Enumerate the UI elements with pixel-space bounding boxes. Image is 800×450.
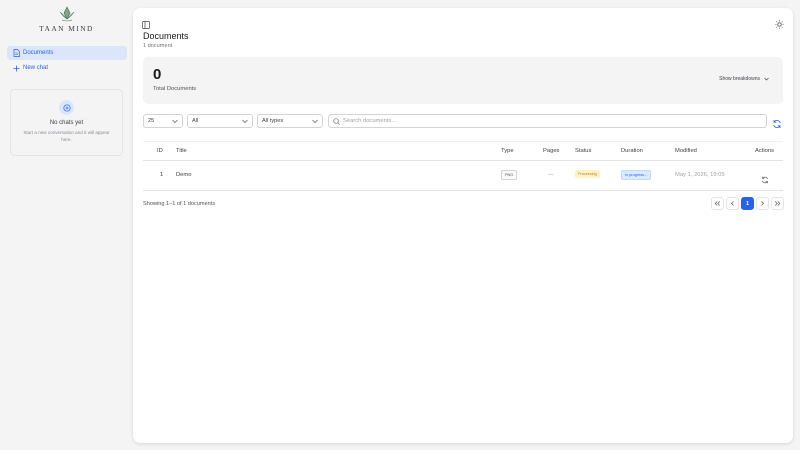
logo-text: TAAN MIND xyxy=(39,24,94,33)
column-header-modified[interactable]: Modified xyxy=(675,148,697,154)
main-panel: Documents 1 document 0 Total Documents S… xyxy=(133,8,793,443)
pagination: 1 xyxy=(709,197,784,210)
page-title: Documents xyxy=(143,31,189,41)
empty-chats-card: No chats yet Start a new conversation an… xyxy=(10,89,123,156)
total-documents-label: Total Documents xyxy=(153,86,197,92)
column-header-id[interactable]: ID xyxy=(157,148,163,154)
page-button-current[interactable]: 1 xyxy=(741,197,754,210)
show-breakdowns-button[interactable]: Show breakdowns xyxy=(719,76,769,82)
document-icon xyxy=(12,49,20,57)
cell-pages: — xyxy=(548,172,554,178)
sun-icon[interactable] xyxy=(775,16,784,29)
sidebar-item-new-chat[interactable]: New chat xyxy=(7,61,127,75)
filters-bar: 25 All All types Search documents... xyxy=(143,114,783,128)
cell-id: 1 xyxy=(160,172,164,178)
sidebar-item-label: New chat xyxy=(23,65,49,71)
documents-table: ID Title Type Pages Status Duration Modi… xyxy=(143,141,783,191)
pagination-summary: Showing 1–1 of 1 documents xyxy=(143,201,216,207)
lotus-logo-icon xyxy=(59,6,74,22)
page-size-select[interactable]: 25 xyxy=(143,114,183,128)
column-header-actions: Actions xyxy=(755,148,775,154)
sidebar: TAAN MIND Documents New chat No chats ye… xyxy=(0,0,133,450)
chevron-down-icon xyxy=(764,77,769,81)
search-placeholder: Search documents... xyxy=(343,118,397,124)
chat-plus-icon xyxy=(59,100,74,115)
chevrons-right-icon xyxy=(774,201,781,206)
search-icon xyxy=(333,117,340,125)
total-documents-value: 0 xyxy=(153,66,162,83)
stats-card: 0 Total Documents Show breakdowns xyxy=(143,57,783,104)
status-badge: Processing xyxy=(575,170,600,178)
column-header-duration[interactable]: Duration xyxy=(621,148,643,154)
table-row[interactable]: 1 Demo PNG — Processing In progress... M… xyxy=(143,161,783,191)
column-header-status[interactable]: Status xyxy=(575,148,591,154)
refresh-icon[interactable] xyxy=(772,116,782,128)
status-filter-select[interactable]: All xyxy=(187,114,253,128)
type-filter-value: All types xyxy=(262,118,284,124)
chevrons-left-icon xyxy=(714,201,721,206)
page-size-value: 25 xyxy=(148,118,155,124)
chevron-down-icon xyxy=(312,119,318,123)
sidebar-item-label: Documents xyxy=(23,50,54,56)
type-filter-select[interactable]: All types xyxy=(257,114,323,128)
chevron-down-icon xyxy=(172,119,178,123)
status-filter-value: All xyxy=(192,118,199,124)
table-header: ID Title Type Pages Status Duration Modi… xyxy=(143,141,783,161)
duration-badge: In progress... xyxy=(621,170,652,180)
cell-modified: May 1, 2026, 19:05 xyxy=(675,172,725,178)
chevron-right-icon xyxy=(761,201,764,206)
column-header-pages[interactable]: Pages xyxy=(543,148,559,154)
sidebar-toggle-icon[interactable] xyxy=(142,16,150,29)
column-header-title[interactable]: Title xyxy=(176,148,187,154)
search-input[interactable]: Search documents... xyxy=(328,114,767,128)
next-page-button[interactable] xyxy=(756,197,769,210)
last-page-button[interactable] xyxy=(771,197,784,210)
plus-icon xyxy=(12,64,20,72)
chevron-left-icon xyxy=(731,201,734,206)
reprocess-icon[interactable] xyxy=(761,171,769,189)
empty-title: No chats yet xyxy=(49,120,84,126)
breakdown-label: Show breakdowns xyxy=(719,76,760,82)
type-badge: PNG xyxy=(501,170,518,180)
sidebar-item-documents[interactable]: Documents xyxy=(7,46,127,60)
page-subtitle: 1 document xyxy=(143,43,173,49)
first-page-button[interactable] xyxy=(711,197,724,210)
chevron-down-icon xyxy=(242,119,248,123)
prev-page-button[interactable] xyxy=(726,197,739,210)
empty-subtitle: Start a new conversation and it will app… xyxy=(23,130,110,143)
cell-title[interactable]: Demo xyxy=(176,172,191,178)
logo: TAAN MIND xyxy=(0,6,133,33)
column-header-type[interactable]: Type xyxy=(501,148,514,154)
